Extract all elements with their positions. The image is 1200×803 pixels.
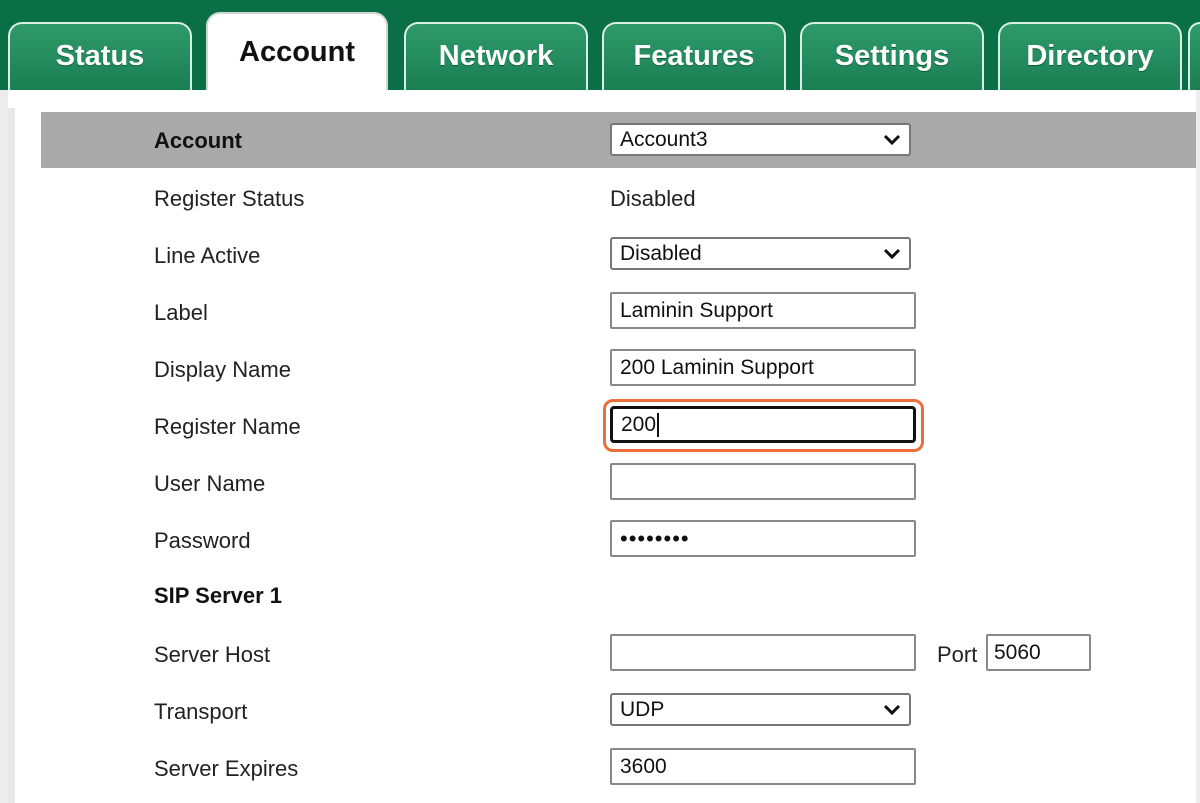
left-rail [8,108,15,803]
register-status-label: Register Status [154,186,305,211]
display-name-input[interactable]: 200 Laminin Support [610,349,916,386]
tab-directory[interactable]: Directory [998,22,1182,90]
transport-select[interactable]: UDP [610,693,911,726]
line-active-label: Line Active [154,243,261,268]
label-input-value: Laminin Support [620,298,773,322]
server-host-input[interactable] [610,634,916,671]
tab-overflow[interactable] [1188,22,1200,90]
line-active-value: Disabled [620,241,702,265]
label-field-label: Label [154,300,208,325]
account-select-value: Account3 [620,127,708,151]
server-expires-value: 3600 [620,754,667,778]
tab-bar: Status Account Network Features Settings… [0,0,1200,90]
register-name-value: 200 [621,412,657,436]
transport-value: UDP [620,697,665,721]
server-expires-input[interactable]: 3600 [610,748,916,785]
account-select[interactable]: Account3 [610,123,911,156]
chevron-down-icon [883,248,901,260]
server-host-label: Server Host [154,642,271,667]
tab-account[interactable]: Account [206,12,388,90]
chevron-down-icon [883,704,901,716]
server-expires-label: Server Expires [154,756,299,781]
display-name-value: 200 Laminin Support [620,355,814,379]
password-value: •••••••• [620,525,690,551]
chevron-down-icon [883,134,901,146]
sip-server-1-heading: SIP Server 1 [154,583,283,608]
register-status-value: Disabled [610,186,696,211]
password-input[interactable]: •••••••• [610,520,916,557]
register-name-label: Register Name [154,414,301,439]
password-label: Password [154,528,251,553]
register-name-input[interactable]: 200 [610,406,916,443]
account-header-label: Account [154,128,242,153]
user-name-input[interactable] [610,463,916,500]
tab-status[interactable]: Status [8,22,192,90]
tab-network[interactable]: Network [404,22,588,90]
text-caret [657,412,660,437]
account-settings-panel: Account Account3 Register Status Disable… [8,90,1196,803]
display-name-label: Display Name [154,357,291,382]
user-name-label: User Name [154,471,266,496]
port-value: 5060 [994,640,1041,664]
line-active-select[interactable]: Disabled [610,237,911,270]
tab-features[interactable]: Features [602,22,786,90]
tab-settings[interactable]: Settings [800,22,984,90]
transport-label: Transport [154,699,248,724]
port-input[interactable]: 5060 [986,634,1091,671]
label-input[interactable]: Laminin Support [610,292,916,329]
port-label: Port [937,642,978,667]
